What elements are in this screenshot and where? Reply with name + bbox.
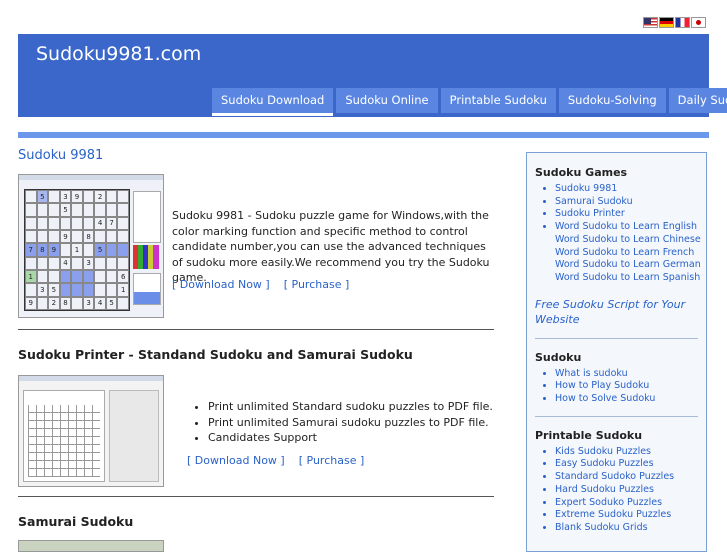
sidebar-item[interactable]: Easy Sudoku Puzzles xyxy=(555,458,706,471)
us-flag-icon[interactable] xyxy=(643,17,658,28)
sidebar-heading-games: Sudoku Games xyxy=(535,166,628,179)
sudoku-info-list: What is sudoku How to Play Sudoku How to… xyxy=(527,368,706,406)
download-now-link[interactable]: [ Download Now ] xyxy=(172,278,270,291)
sidebar-item[interactable]: Hard Sudoku Puzzles xyxy=(555,484,706,497)
sidebar-item[interactable]: Extreme Sudoku Puzzles xyxy=(555,509,706,522)
sidebar-item[interactable]: Standard Sudoko Puzzles xyxy=(555,471,706,484)
list-item: Candidates Support xyxy=(208,430,508,446)
sidebar-item[interactable]: Sudoku Printer xyxy=(555,208,706,221)
free-script-link[interactable]: Free Sudoku Script for Your Website xyxy=(535,297,698,328)
sudoku-9981-screenshot[interactable]: 5392 5 47 98 78915 43 16 351 928345 xyxy=(18,174,164,318)
printer-preview xyxy=(23,390,105,482)
section-divider xyxy=(18,329,494,330)
header-rule xyxy=(18,132,709,138)
color-palette xyxy=(133,245,159,269)
jp-flag-icon[interactable] xyxy=(691,17,706,28)
samurai-sudoku-screenshot[interactable] xyxy=(18,540,164,552)
section-title-samurai-sudoku: Samurai Sudoku xyxy=(18,514,134,529)
main-nav: Sudoku Download Sudoku Online Printable … xyxy=(212,88,727,116)
site-title[interactable]: Sudoku9981.com xyxy=(36,43,201,65)
section-divider xyxy=(18,496,494,497)
tab-sudoku-online[interactable]: Sudoku Online xyxy=(336,88,438,113)
sudoku-grid: 5392 5 47 98 78915 43 16 351 928345 xyxy=(24,189,130,311)
list-item: Print unlimited Standard sudoku puzzles … xyxy=(208,399,508,415)
sudoku-9981-description: Sudoku 9981 - Sudoku puzzle game for Win… xyxy=(172,209,490,284)
sidebar-heading-printable: Printable Sudoku xyxy=(535,428,643,442)
printer-options-panel xyxy=(109,390,159,482)
sidebar-item[interactable]: What is sudoku xyxy=(555,368,706,381)
level-chart xyxy=(133,273,161,305)
sidebar-item[interactable]: Samurai Sudoku xyxy=(555,196,706,209)
sidebar-divider xyxy=(535,415,698,417)
sidebar-divider xyxy=(535,337,698,339)
games-list: Sudoku 9981 Samurai Sudoku Sudoku Printe… xyxy=(527,183,706,285)
printable-list: Kids Sudoku Puzzles Easy Sudoku Puzzles … xyxy=(527,446,706,535)
sidebar-item[interactable]: How to Solve Sudoku xyxy=(555,393,706,406)
sidebar-heading-sudoku: Sudoku xyxy=(535,350,582,364)
list-item: Print unlimited Samurai sudoku puzzles t… xyxy=(208,415,508,431)
download-now-link[interactable]: [ Download Now ] xyxy=(187,454,285,467)
purchase-link[interactable]: [ Purchase ] xyxy=(284,278,350,291)
sidebar-item[interactable]: Blank Sudoku Grids xyxy=(555,522,706,535)
sidebar-item[interactable]: Word Sudoku to Learn Chinese xyxy=(555,234,706,247)
printer-features-list: Print unlimited Standard sudoku puzzles … xyxy=(192,399,508,446)
sudoku-printer-screenshot[interactable] xyxy=(18,375,164,487)
section1-actions: [ Download Now ] [ Purchase ] xyxy=(172,278,349,291)
sidebar-item[interactable]: Word Sudoku to Learn French xyxy=(555,247,706,260)
sidebar: Sudoku Games Sudoku 9981 Samurai Sudoku … xyxy=(526,152,707,552)
section-title-sudoku-printer: Sudoku Printer - Standand Sudoku and Sam… xyxy=(18,347,413,362)
purchase-link[interactable]: [ Purchase ] xyxy=(299,454,365,467)
sidebar-item[interactable]: Word Sudoku to Learn English xyxy=(555,221,706,234)
window-titlebar xyxy=(19,376,163,381)
section-title-sudoku-9981[interactable]: Sudoku 9981 xyxy=(18,148,103,163)
sidebar-item[interactable]: Word Sudoku to Learn Spanish xyxy=(555,272,706,285)
language-flags xyxy=(643,17,706,28)
tab-sudoku-download[interactable]: Sudoku Download xyxy=(212,88,334,116)
section2-actions: [ Download Now ] [ Purchase ] xyxy=(187,454,364,467)
site-header: Sudoku9981.com Sudoku Download Sudoku On… xyxy=(18,34,727,117)
fr-flag-icon[interactable] xyxy=(675,17,690,28)
sidebar-item[interactable]: Kids Sudoku Puzzles xyxy=(555,446,706,459)
tab-sudoku-solving[interactable]: Sudoku-Solving xyxy=(558,88,666,113)
tab-daily-sudoku[interactable]: Daily Sudoku xyxy=(668,88,727,113)
sidebar-item[interactable]: Expert Soduko Puzzles xyxy=(555,497,706,510)
candidate-panel xyxy=(133,191,161,243)
window-titlebar xyxy=(19,175,163,180)
sidebar-item[interactable]: How to Play Sudoku xyxy=(555,380,706,393)
sidebar-item[interactable]: Word Sudoku to Learn German xyxy=(555,259,706,272)
samurai-grid xyxy=(28,405,100,477)
tab-printable-sudoku[interactable]: Printable Sudoku xyxy=(440,88,556,113)
sidebar-item[interactable]: Sudoku 9981 xyxy=(555,183,706,196)
de-flag-icon[interactable] xyxy=(659,17,674,28)
